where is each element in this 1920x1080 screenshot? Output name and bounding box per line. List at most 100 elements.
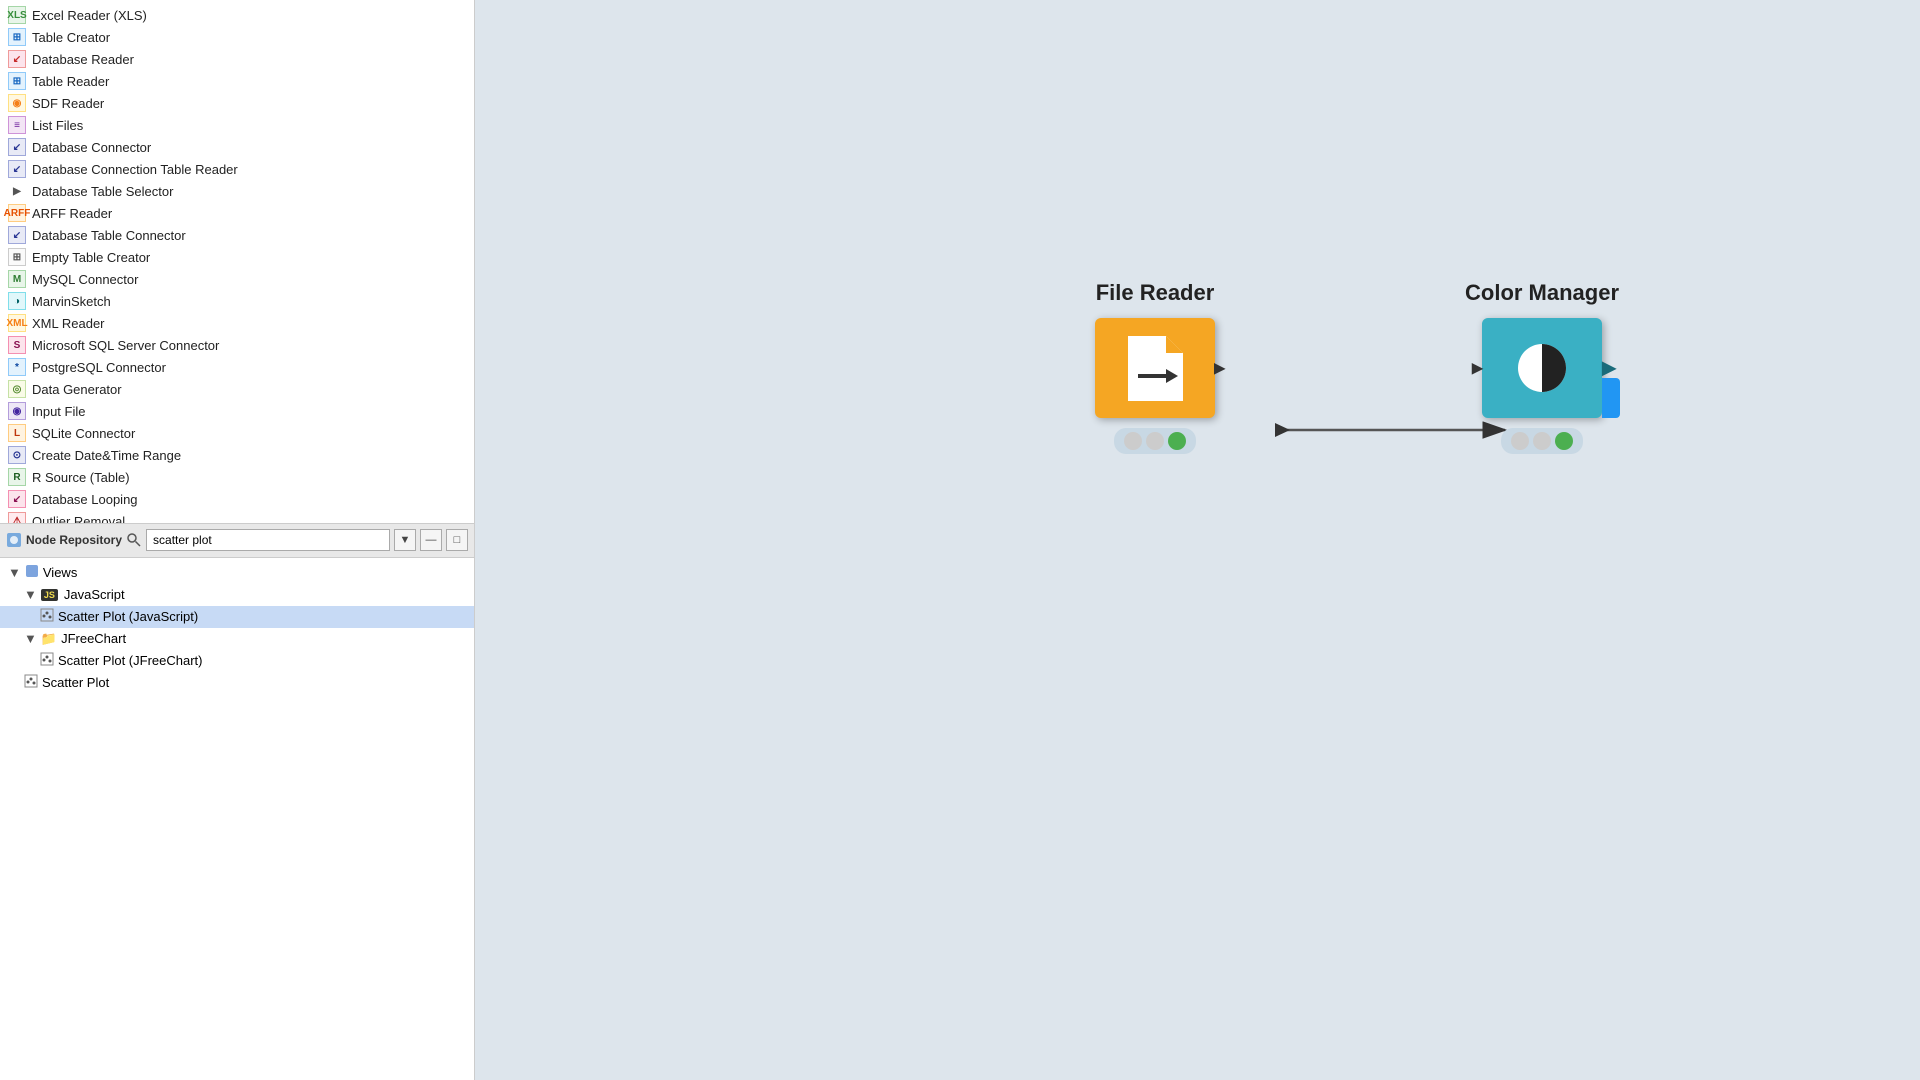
file-reader-icon [1128,336,1183,401]
node-label-arff-reader: ARFF Reader [32,206,112,221]
node-item-mysql-connector[interactable]: M MySQL Connector [0,268,474,290]
node-item-database-table-selector[interactable]: ▶Database Table Selector [0,180,474,202]
node-label-table-creator: Table Creator [32,30,110,45]
node-label-sdf-reader: SDF Reader [32,96,104,111]
node-label-postgresql-connector: PostgreSQL Connector [32,360,166,375]
tree-item-scatter-plot-jfree[interactable]: Scatter Plot (JFreeChart) [0,650,474,672]
date-icon: ⊙ [8,446,26,464]
node-item-mssql-connector[interactable]: S Microsoft SQL Server Connector [0,334,474,356]
marvin-icon: ◑ [8,292,26,310]
status-dot-1 [1124,432,1142,450]
node-item-database-looping[interactable]: ↙Database Looping [0,488,474,510]
scatter-node-icon [40,608,54,625]
node-item-database-table-connector[interactable]: ↙ Database Table Connector [0,224,474,246]
minimize-button[interactable]: — [420,529,442,551]
node-item-list-files[interactable]: ≡ List Files [0,114,474,136]
mysql-icon: M [8,270,26,288]
node-label-input-file: Input File [32,404,85,419]
r-icon: R [8,468,26,486]
xml-icon: XML [8,314,26,332]
node-item-outlier-removal[interactable]: ⚠Outlier Removal [0,510,474,524]
node-list[interactable]: XLSExcel Reader (XLS)⊞Table Creator↙Data… [0,0,474,524]
tree-label-javascript-folder: JavaScript [64,587,125,602]
color-manager-box[interactable]: ▶ ▶ [1482,318,1602,418]
node-label-r-source-table: R Source (Table) [32,470,130,485]
tree-label-scatter-plot-jfree: Scatter Plot (JFreeChart) [58,653,203,668]
node-label-mssql-connector: Microsoft SQL Server Connector [32,338,219,353]
node-label-mysql-connector: MySQL Connector [32,272,138,287]
node-item-input-file[interactable]: ◉ Input File [0,400,474,422]
status-dot-3 [1168,432,1186,450]
conn-icon: ↙ [8,226,26,244]
node-item-r-source-table[interactable]: R R Source (Table) [0,466,474,488]
search-icon [126,532,142,548]
color-manager-node[interactable]: Color Manager ▶ ▶ [1465,280,1619,454]
color-manager-status [1501,428,1583,454]
conn-icon: ↙ [8,160,26,178]
node-item-xml-reader[interactable]: XMLXML Reader [0,312,474,334]
node-item-sdf-reader[interactable]: ◉ SDF Reader [0,92,474,114]
tree-panel: ▼Views▼JSJavaScriptScatter Plot (JavaScr… [0,558,474,1080]
tree-expand-icon: ▼ [8,565,21,580]
node-item-marvin-sketch[interactable]: ◑ MarvinSketch [0,290,474,312]
node-item-create-datetime-range[interactable]: ⊙ Create Date&Time Range [0,444,474,466]
db-icon: ↙ [8,50,26,68]
left-panel: XLSExcel Reader (XLS)⊞Table Creator↙Data… [0,0,475,1080]
blue-tab [1602,378,1620,418]
tree-item-scatter-plot-js[interactable]: Scatter Plot (JavaScript) [0,606,474,628]
tree-item-views-root[interactable]: ▼Views [0,562,474,584]
folder-chevron-icon: ▼ [24,587,37,602]
file-reader-label: File Reader [1096,280,1215,306]
empty-icon: ⊞ [8,248,26,266]
folder-icon: 📁 [41,631,57,647]
filter-button[interactable]: ▼ [394,529,416,551]
list-icon: ≡ [8,116,26,134]
node-item-excel-reader[interactable]: XLSExcel Reader (XLS) [0,4,474,26]
repo-icon [6,532,22,548]
node-item-data-generator[interactable]: ◎Data Generator [0,378,474,400]
pg-icon: * [8,358,26,376]
scatter-node-icon [40,652,54,669]
sdf-icon: ◉ [8,94,26,112]
node-label-database-table-connector: Database Table Connector [32,228,186,243]
node-label-create-datetime-range: Create Date&Time Range [32,448,181,463]
tree-label-scatter-plot-js: Scatter Plot (JavaScript) [58,609,198,624]
input-icon: ◉ [8,402,26,420]
mssql-icon: S [8,336,26,354]
node-label-list-files: List Files [32,118,83,133]
node-item-database-connection-table-reader[interactable]: ↙Database Connection Table Reader [0,158,474,180]
file-reader-node[interactable]: File Reader ▶ [1095,280,1215,454]
arff-icon: ARFF [8,204,26,222]
node-label-excel-reader: Excel Reader (XLS) [32,8,147,23]
node-label-database-looping: Database Looping [32,492,138,507]
tree-item-scatter-plot[interactable]: Scatter Plot [0,672,474,694]
tree-item-javascript-folder[interactable]: ▼ JS JavaScript [0,584,474,606]
node-item-empty-table-creator[interactable]: ⊞ Empty Table Creator [0,246,474,268]
repo-label: Node Repository [6,532,122,548]
table-icon: ⊞ [8,28,26,46]
node-label-database-table-selector: Database Table Selector [32,184,173,199]
node-label-outlier-removal: Outlier Removal [32,514,125,524]
maximize-button[interactable]: □ [446,529,468,551]
tree-label-jfreechart-folder: JFreeChart [61,631,126,646]
tree-item-jfreechart-folder[interactable]: ▼📁JFreeChart [0,628,474,650]
node-label-table-reader: Table Reader [32,74,109,89]
node-item-database-reader[interactable]: ↙Database Reader [0,48,474,70]
node-label-marvin-sketch: MarvinSketch [32,294,111,309]
status-dot-4 [1511,432,1529,450]
node-item-arff-reader[interactable]: ARFF ARFF Reader [0,202,474,224]
connector-svg [475,0,1920,1080]
sqlite-icon: L [8,424,26,442]
color-manager-label: Color Manager [1465,280,1619,306]
tree-label-scatter-plot: Scatter Plot [42,675,109,690]
node-item-table-reader[interactable]: ⊞Table Reader [0,70,474,92]
node-label-empty-table-creator: Empty Table Creator [32,250,150,265]
search-input[interactable] [146,529,390,551]
node-item-database-connector[interactable]: ↙Database Connector [0,136,474,158]
node-item-sqlite-connector[interactable]: LSQLite Connector [0,422,474,444]
gen-icon: ◎ [8,380,26,398]
node-item-table-creator[interactable]: ⊞ Table Creator [0,26,474,48]
js-icon: JS [41,589,58,601]
node-item-postgresql-connector[interactable]: * PostgreSQL Connector [0,356,474,378]
file-reader-box[interactable]: ▶ [1095,318,1215,418]
